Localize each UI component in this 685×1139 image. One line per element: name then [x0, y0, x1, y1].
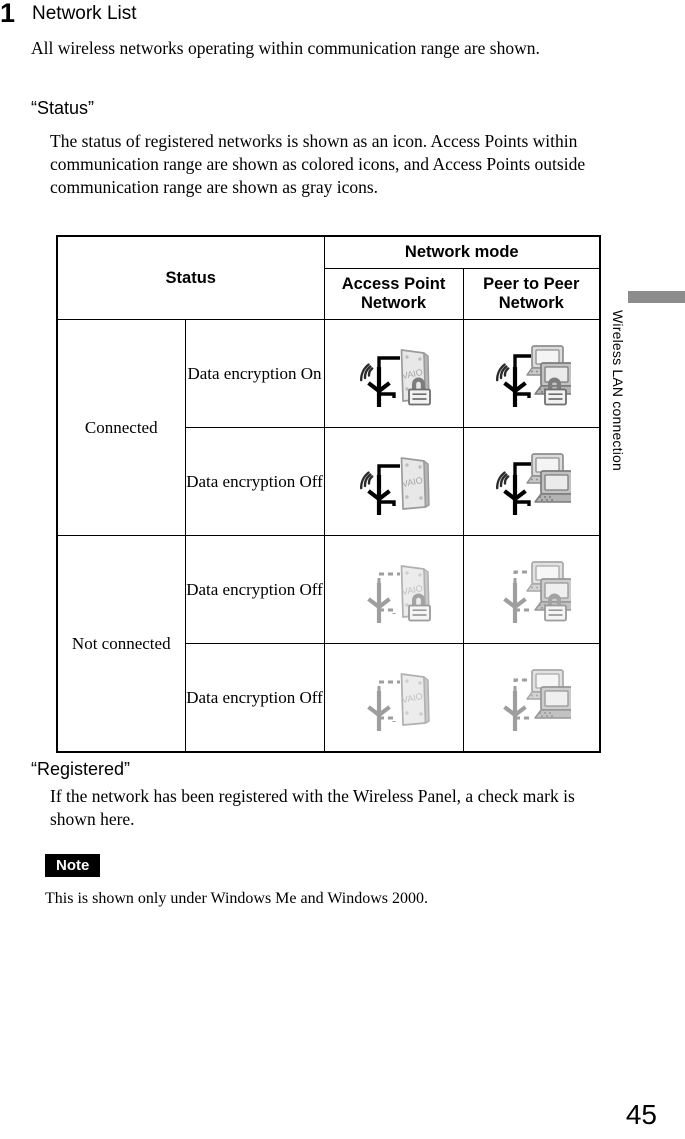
table-header-row-1: Status Network mode: [56, 235, 601, 320]
header-network-mode: Network mode: [323, 235, 601, 269]
antenna-accesspoint-locked-gray-icon: VAIO: [366, 564, 431, 623]
antenna-accesspoint-unlocked-color-icon: VAIO: [359, 456, 430, 515]
antenna-peers-unlocked-color-icon: [496, 452, 572, 515]
table-row: Not connected Data encryption Off VAIO: [56, 535, 601, 753]
group-label-connected: Connected: [56, 319, 186, 536]
antenna-peers-locked-gray-icon: [503, 560, 572, 623]
table-header: Status Network mode Access Point Network…: [56, 235, 601, 320]
step-number: 1: [0, 0, 15, 28]
group-label-not-connected: Not connected: [56, 535, 186, 753]
page-number: 45: [625, 1099, 657, 1130]
antenna-peers-unlocked-gray-icon: [503, 668, 572, 731]
intro-paragraph: All wireless networks operating within c…: [31, 38, 540, 58]
encryption-label: Data encryption Off: [184, 535, 325, 644]
note-text: This is shown only under Windows Me and …: [45, 890, 428, 907]
status-section-description: The status of registered networks is sho…: [50, 131, 586, 197]
icon-cell-peer-to-peer: [462, 535, 601, 644]
encryption-label: Data encryption Off: [184, 427, 325, 536]
icon-cell-access-point: VAIO: [323, 427, 464, 536]
icon-cell-access-point: VAIO: [323, 535, 464, 644]
side-tab-label: Wireless LAN connection: [610, 310, 626, 471]
antenna-peers-locked-color-icon: [496, 344, 572, 407]
icon-cell-peer-to-peer: [462, 319, 601, 428]
encryption-label: Data encryption On: [184, 319, 325, 428]
registered-section-description: If the network has been registered with …: [50, 786, 575, 829]
icon-cell-access-point: VAIO: [323, 643, 464, 753]
encryption-label: Data encryption Off: [184, 643, 325, 753]
status-section-heading: “Status”: [31, 98, 95, 118]
page-title: 1 Network List: [0, 0, 600, 32]
registered-section-heading: “Registered”: [31, 759, 131, 779]
antenna-accesspoint-locked-color-icon: VAIO: [359, 348, 431, 407]
status-icon-table: Status Network mode Access Point Network…: [56, 235, 601, 753]
header-status: Status: [56, 235, 325, 320]
header-peer-to-peer-network: Peer to Peer Network: [462, 268, 601, 320]
side-tab-bar: [628, 291, 685, 303]
table-body: Connected Data encryption On VAIO Data e…: [56, 319, 601, 753]
header-access-point-network: Access Point Network: [323, 268, 464, 320]
table-row: Connected Data encryption On VAIO: [56, 319, 601, 536]
note-badge: Note: [45, 854, 101, 877]
icon-cell-peer-to-peer: [462, 427, 601, 536]
icon-cell-peer-to-peer: [462, 643, 601, 753]
antenna-accesspoint-unlocked-gray-icon: VAIO: [366, 672, 430, 731]
step-title: Network List: [32, 3, 137, 24]
icon-cell-access-point: VAIO: [323, 319, 464, 428]
